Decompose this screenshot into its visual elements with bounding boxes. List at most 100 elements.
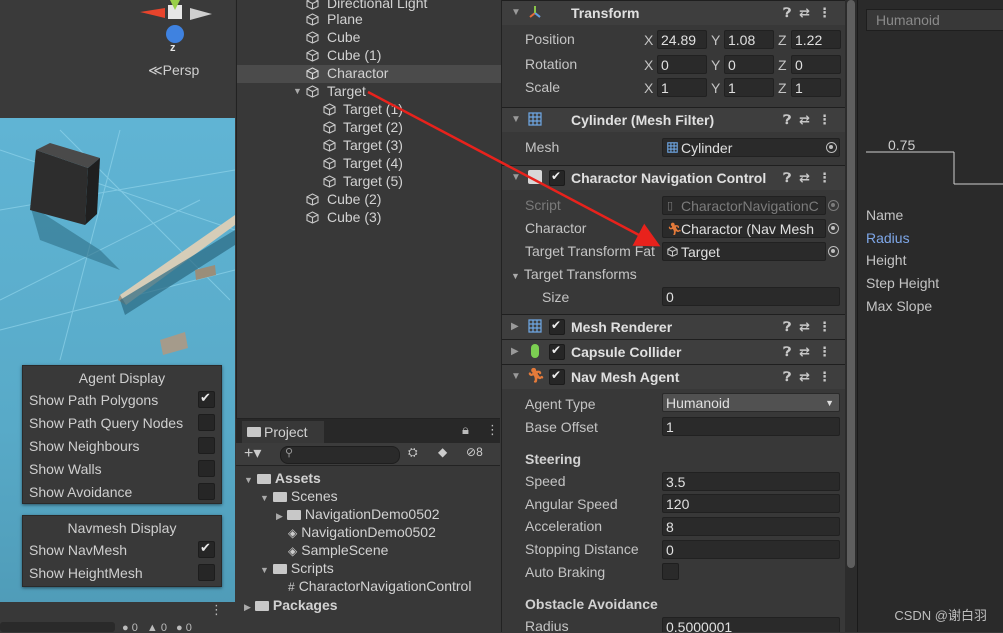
mesh-renderer-enabled-checkbox[interactable] xyxy=(549,318,565,335)
fold-triangle-icon[interactable]: ▼ xyxy=(511,7,521,18)
expand-triangle-icon[interactable]: ▼ xyxy=(260,565,269,575)
nav-mesh-agent-enabled-checkbox[interactable] xyxy=(549,368,565,385)
show-avoidance-checkbox[interactable] xyxy=(198,483,215,500)
project-item-charactor-navigation-control[interactable]: # CharactorNavigationControl xyxy=(288,578,471,596)
component-tools[interactable]: ❓︎⇄⋮ xyxy=(783,170,839,186)
project-item-scripts[interactable]: ▼ Scripts xyxy=(260,560,334,578)
expand-triangle-icon[interactable]: ▼ xyxy=(244,475,253,485)
scale-z-field[interactable]: 1 xyxy=(791,78,841,97)
radius-field[interactable]: 0.5000001 xyxy=(662,617,840,632)
nav-control-enabled-checkbox[interactable] xyxy=(549,169,565,186)
scale-x-field[interactable]: 1 xyxy=(657,78,707,97)
inspector-scrollbar[interactable] xyxy=(845,0,857,632)
position-z-field[interactable]: 1.22 xyxy=(791,30,841,49)
fold-triangle-icon[interactable]: ▼ xyxy=(511,114,521,125)
hierarchy-item-target-1[interactable]: Target (1) xyxy=(237,101,501,119)
component-tools[interactable]: ❓︎⇄⋮ xyxy=(783,112,839,128)
show-walls-checkbox[interactable] xyxy=(198,460,215,477)
target-transform-father-field[interactable]: Target xyxy=(662,242,826,261)
expand-triangle-icon[interactable]: ▼ xyxy=(293,86,302,96)
expand-triangle-icon[interactable]: ▼ xyxy=(260,493,269,503)
show-path-polygons-row[interactable]: Show Path Polygons xyxy=(23,388,221,411)
show-path-polygons-checkbox[interactable] xyxy=(198,390,215,408)
object-picker-icon[interactable] xyxy=(826,142,837,153)
rotation-y-field[interactable]: 0 xyxy=(724,55,774,74)
hierarchy-item-cube-3[interactable]: Cube (3) xyxy=(237,209,501,227)
target-transforms-foldout[interactable]: ▼ Target Transforms xyxy=(511,266,637,282)
transform-header[interactable]: ▼ Transform ❓︎⇄⋮ xyxy=(502,0,845,25)
rotation-z-field[interactable]: 0 xyxy=(791,55,841,74)
object-picker-icon[interactable] xyxy=(828,223,839,234)
console-counts[interactable]: ● 0 ▲ 0 ● 0 xyxy=(122,622,192,632)
component-tools[interactable]: ❓︎⇄⋮ xyxy=(783,344,839,360)
inspector-panel[interactable]: ▼ Transform ❓︎⇄⋮ Position X 24.89 Y 1.08… xyxy=(501,0,845,632)
hierarchy-item-cube[interactable]: Cube xyxy=(237,29,501,47)
capsule-collider-header[interactable]: ▶ Capsule Collider ❓︎⇄⋮ xyxy=(502,339,845,364)
capsule-collider-enabled-checkbox[interactable] xyxy=(549,343,565,360)
nav-mesh-agent-header[interactable]: ▼ 🏃︎ Nav Mesh Agent ❓︎⇄⋮ xyxy=(502,364,845,389)
navpanel-agent-type-field[interactable]: Humanoid xyxy=(866,9,1003,31)
expand-triangle-icon[interactable]: ▶ xyxy=(276,511,283,521)
fold-triangle-icon[interactable]: ▼ xyxy=(511,271,520,281)
base-offset-field[interactable]: 1 xyxy=(662,417,840,436)
auto-braking-checkbox[interactable] xyxy=(662,563,679,580)
hierarchy-item-target-2[interactable]: Target (2) xyxy=(237,119,501,137)
project-item-samplescene[interactable]: ◈ SampleScene xyxy=(288,542,388,560)
object-picker-icon[interactable] xyxy=(828,246,839,257)
position-y-field[interactable]: 1.08 xyxy=(724,30,774,49)
more-options-icon[interactable]: ⋮ xyxy=(210,602,223,618)
filter-by-type-icon[interactable]: ⛭ xyxy=(408,445,418,460)
hierarchy-item-target-5[interactable]: Target (5) xyxy=(237,173,501,191)
panel-menu-icon[interactable]: ⋮ xyxy=(486,422,499,438)
hierarchy-item-target-3[interactable]: Target (3) xyxy=(237,137,501,155)
project-item-assets[interactable]: ▼ Assets xyxy=(244,470,321,488)
hierarchy-item-target-4[interactable]: Target (4) xyxy=(237,155,501,173)
mesh-renderer-header[interactable]: ▶ Mesh Renderer ❓︎⇄⋮ xyxy=(502,314,845,339)
component-tools[interactable]: ❓︎⇄⋮ xyxy=(783,319,839,335)
fold-triangle-icon[interactable]: ▼ xyxy=(511,172,521,183)
project-item-scenes[interactable]: ▼ Scenes xyxy=(260,488,338,506)
angular-speed-field[interactable]: 120 xyxy=(662,494,840,513)
show-path-query-nodes-row[interactable]: Show Path Query Nodes xyxy=(23,411,221,434)
hierarchy-item-cube-1[interactable]: Cube (1) xyxy=(237,47,501,65)
hierarchy-item-target[interactable]: ▼ Target xyxy=(237,83,501,101)
tab-project[interactable]: Project xyxy=(242,421,324,443)
rotation-x-field[interactable]: 0 xyxy=(657,55,707,74)
fold-triangle-icon[interactable]: ▶ xyxy=(511,346,519,357)
component-tools[interactable]: ❓︎⇄⋮ xyxy=(783,5,839,21)
show-neighbours-checkbox[interactable] xyxy=(198,437,215,454)
agent-type-dropdown[interactable]: Humanoid ▼ xyxy=(662,393,840,412)
persp-toggle[interactable]: ≪Persp xyxy=(148,62,199,79)
filter-by-label-icon[interactable]: ◆ xyxy=(438,445,447,459)
hierarchy-panel[interactable]: Directional Light Plane Cube Cube (1) Ch… xyxy=(236,0,501,418)
show-navmesh-row[interactable]: Show NavMesh xyxy=(23,538,221,561)
size-field[interactable]: 0 xyxy=(662,287,840,306)
show-neighbours-row[interactable]: Show Neighbours xyxy=(23,434,221,457)
project-item-packages[interactable]: ▶ Packages xyxy=(244,597,338,615)
create-button[interactable]: +▾ xyxy=(244,443,261,463)
acceleration-field[interactable]: 8 xyxy=(662,517,840,536)
lock-icon[interactable]: 🔒︎ xyxy=(462,422,469,438)
show-avoidance-row[interactable]: Show Avoidance xyxy=(23,480,221,503)
show-heightmesh-checkbox[interactable] xyxy=(198,564,215,581)
scale-y-field[interactable]: 1 xyxy=(724,78,774,97)
scene-view[interactable]: z ≪Persp Agent Display Show Path Polygon… xyxy=(0,0,235,632)
position-x-field[interactable]: 24.89 xyxy=(657,30,707,49)
search-strip[interactable] xyxy=(0,622,115,632)
speed-field[interactable]: 3.5 xyxy=(662,472,840,491)
project-panel[interactable]: Project 🔒︎ ⋮ +▾ ⚲ ⛭ ◆ ⊘8 ▼ Assets ▼ Scenes… xyxy=(236,418,500,633)
stopping-distance-field[interactable]: 0 xyxy=(662,540,840,559)
nav-control-header[interactable]: ▼ Charactor Navigation Control ❓︎⇄⋮ xyxy=(502,165,845,190)
hierarchy-item-plane[interactable]: Plane xyxy=(237,11,501,29)
show-navmesh-checkbox[interactable] xyxy=(198,540,215,558)
project-item-navigationdemo-folder[interactable]: ▶ NavigationDemo0502 xyxy=(276,506,440,524)
show-heightmesh-row[interactable]: Show HeightMesh xyxy=(23,561,221,584)
mesh-object-field[interactable]: Cylinder xyxy=(662,138,840,157)
hidden-packages-icon[interactable]: ⊘8 xyxy=(466,445,483,459)
project-search-input[interactable]: ⚲ xyxy=(280,446,400,464)
show-walls-row[interactable]: Show Walls xyxy=(23,457,221,480)
navigation-panel[interactable]: Humanoid 0.75 Name Radius Height Step He… xyxy=(857,0,1003,632)
expand-triangle-icon[interactable]: ▶ xyxy=(244,602,251,612)
scrollbar-thumb[interactable] xyxy=(847,0,855,568)
charactor-object-field[interactable]: 🏃︎ Charactor (Nav Mesh xyxy=(662,219,826,238)
